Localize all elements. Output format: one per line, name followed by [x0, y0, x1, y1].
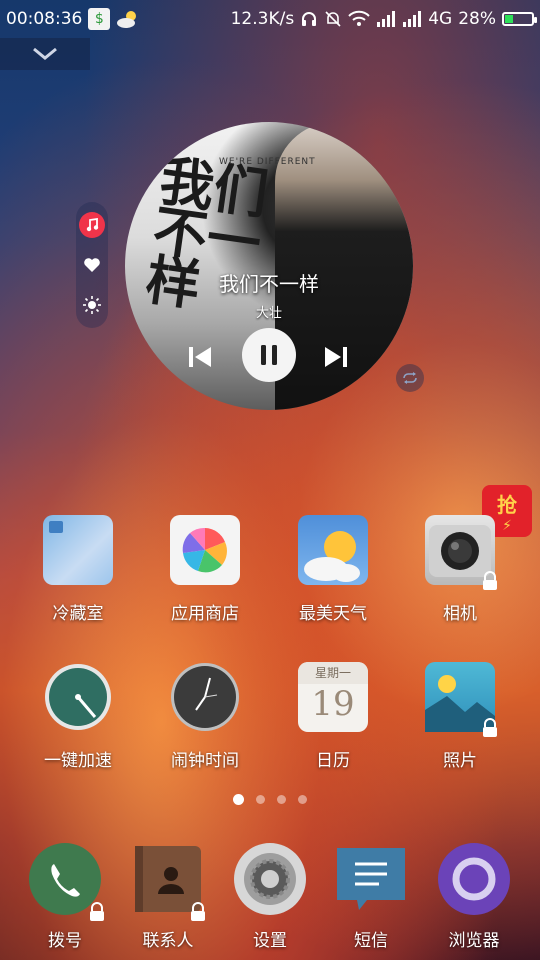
weather-icon	[116, 9, 140, 29]
next-button[interactable]	[321, 342, 351, 372]
app-label: 最美天气	[299, 604, 367, 624]
signal-icon	[376, 11, 396, 27]
dock-phone[interactable]: 拨号	[10, 842, 120, 951]
lock-icon	[191, 902, 205, 921]
artist-name: 大壮	[255, 306, 282, 321]
lock-icon	[483, 571, 497, 590]
page-dot[interactable]	[233, 794, 244, 805]
app-label: 联系人	[142, 931, 194, 951]
dock-browser[interactable]: 浏览器	[419, 842, 529, 951]
calendar-weekday: 星期一	[298, 662, 368, 684]
mute-bell-icon	[324, 10, 342, 28]
weather-app-icon	[298, 515, 368, 585]
music-player-widget[interactable]: 我们不一样 WE'RE DIFFERENT 我们不一样 大壮	[125, 122, 413, 410]
app-label: 冷藏室	[52, 604, 104, 624]
app-clock[interactable]: 闹钟时间	[150, 662, 260, 771]
camera-icon	[425, 515, 497, 590]
app-label: 设置	[253, 931, 287, 951]
photos-icon	[425, 662, 497, 737]
app-store-icon	[170, 515, 240, 585]
red-packet-label: 抢	[497, 492, 517, 517]
app-camera[interactable]: 相机	[405, 515, 515, 624]
app-label: 照片	[443, 751, 477, 771]
app-label: 短信	[354, 931, 388, 951]
app-label: 一键加速	[44, 751, 112, 771]
pulldown-handle[interactable]	[0, 38, 90, 70]
widget-side-bar	[76, 202, 108, 328]
lock-icon	[483, 718, 497, 737]
status-time: 00:08:36	[6, 9, 83, 29]
clock-icon	[170, 662, 240, 732]
app-calendar[interactable]: 星期一 19 日历	[278, 662, 388, 771]
heart-icon[interactable]	[83, 257, 101, 277]
app-label: 相机	[443, 604, 477, 624]
chevron-down-icon	[33, 47, 57, 60]
page-dot[interactable]	[298, 795, 307, 804]
pause-button[interactable]	[242, 328, 296, 382]
browser-icon	[437, 842, 511, 916]
headset-icon	[300, 10, 318, 28]
status-bar: 00:08:36 $ 12.3K/s 4G 28%	[0, 0, 540, 38]
app-weather[interactable]: 最美天气	[278, 515, 388, 624]
calendar-icon: 星期一 19	[298, 662, 368, 732]
app-notification-icon: $	[88, 8, 111, 30]
pause-icon	[261, 345, 277, 365]
app-label: 拨号	[48, 931, 82, 951]
app-app-store[interactable]: 应用商店	[150, 515, 260, 624]
repeat-icon	[403, 372, 417, 384]
app-speed-up[interactable]: 一键加速	[23, 662, 133, 771]
repeat-button[interactable]	[396, 364, 424, 392]
app-label: 闹钟时间	[171, 751, 239, 771]
album-art-subtext: WE'RE DIFFERENT	[219, 157, 316, 167]
app-freezer[interactable]: 冷藏室	[23, 515, 133, 624]
skip-previous-icon	[189, 347, 211, 367]
speed-up-icon	[43, 662, 113, 732]
dock-settings[interactable]: 设置	[215, 842, 325, 951]
app-photos[interactable]: 照片	[405, 662, 515, 771]
app-label: 浏览器	[448, 931, 500, 951]
messages-icon	[335, 842, 407, 916]
skip-next-icon	[325, 347, 347, 367]
page-dot[interactable]	[277, 795, 286, 804]
page-dot[interactable]	[256, 795, 265, 804]
song-title: 我们不一样	[219, 272, 319, 296]
battery-icon	[502, 12, 537, 26]
app-label: 应用商店	[171, 604, 239, 624]
dock-contacts[interactable]: 联系人	[113, 842, 223, 951]
battery-percent: 28%	[458, 9, 496, 29]
network-type: 4G	[428, 9, 453, 29]
app-label: 日历	[316, 751, 350, 771]
freezer-icon	[43, 515, 113, 585]
phone-icon	[28, 842, 104, 921]
brightness-icon[interactable]	[83, 296, 101, 318]
dock-messages[interactable]: 短信	[316, 842, 426, 951]
net-speed: 12.3K/s	[230, 9, 295, 29]
contacts-icon	[133, 842, 205, 921]
page-indicator	[0, 794, 540, 805]
signal-icon-2	[402, 11, 422, 27]
previous-button[interactable]	[185, 342, 215, 372]
music-icon[interactable]	[79, 212, 105, 238]
calendar-day: 19	[311, 684, 355, 724]
settings-icon	[233, 842, 307, 916]
wifi-icon	[348, 10, 370, 28]
lock-icon	[90, 902, 104, 921]
